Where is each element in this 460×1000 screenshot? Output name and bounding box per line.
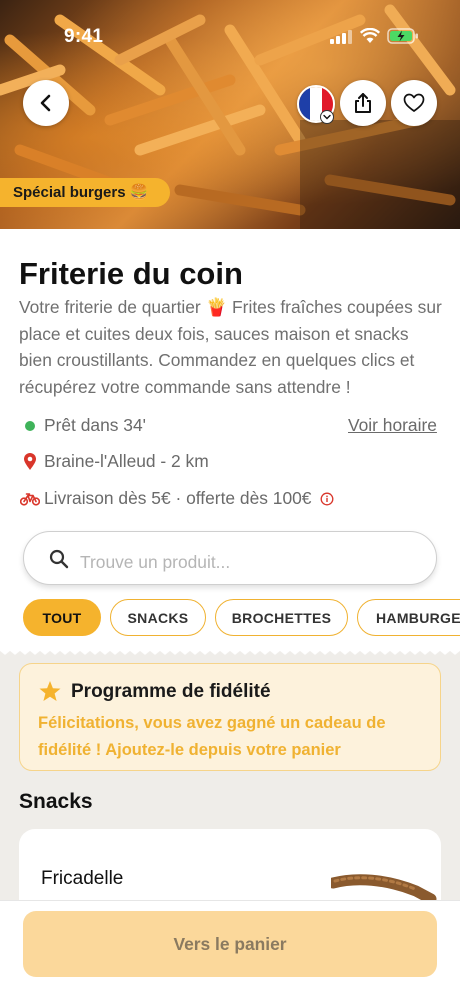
wifi-icon — [360, 28, 380, 43]
open-status-icon — [25, 420, 35, 431]
loyalty-banner[interactable]: Programme de fidélité Félicitations, vou… — [19, 663, 441, 771]
info-icon[interactable] — [320, 492, 334, 506]
category-tabs: TOUT SNACKS BROCHETTES HAMBURGERS — [23, 599, 460, 637]
delivery-row: Livraison dès 5€ · offerte dès 100€ — [19, 488, 334, 509]
tab-tout[interactable]: TOUT — [23, 599, 101, 636]
status-bar: 9:41 — [0, 0, 460, 70]
tab-snacks[interactable]: SNACKS — [110, 599, 206, 636]
battery-icon — [387, 28, 418, 44]
favorite-button[interactable] — [391, 80, 437, 126]
bottom-bar: Vers le panier — [0, 900, 460, 1000]
tab-hamburgers[interactable]: HAMBURGERS — [357, 599, 460, 636]
hero-image: 9:41 Spécial burgers 🍔 — [0, 0, 460, 229]
heart-icon — [403, 93, 425, 112]
share-icon — [355, 93, 371, 113]
ready-time: Prêt dans 34' — [44, 415, 146, 435]
star-icon — [39, 681, 61, 701]
restaurant-description: Votre friterie de quartier 🍟 Frites fraî… — [19, 297, 442, 397]
zigzag-divider — [0, 645, 460, 655]
share-button[interactable] — [340, 80, 386, 126]
burger-icon: 🍔 — [129, 184, 149, 201]
cart-button[interactable]: Vers le panier — [23, 911, 437, 977]
bike-icon — [20, 492, 40, 506]
back-button[interactable] — [23, 80, 69, 126]
flag-stripe-blue — [299, 87, 311, 121]
schedule-link[interactable]: Voir horaire — [348, 415, 437, 436]
search-input[interactable]: Trouve un produit... — [23, 531, 437, 585]
location-row: Braine-l'Alleud - 2 km — [19, 451, 209, 472]
loyalty-message: Félicitations, vous avez gagné un cadeau… — [38, 714, 386, 759]
ready-time-row: Prêt dans 34' — [19, 415, 146, 436]
loyalty-title: Programme de fidélité — [71, 681, 271, 702]
promo-badge: Spécial burgers 🍔 — [0, 178, 171, 207]
status-time: 9:41 — [64, 26, 104, 47]
search-placeholder: Trouve un produit... — [80, 552, 231, 572]
location-pin-icon — [24, 452, 36, 470]
location-text: Braine-l'Alleud - 2 km — [44, 451, 209, 471]
restaurant-name: Friterie du coin — [19, 256, 243, 291]
product-name: Fricadelle — [41, 868, 124, 889]
promo-badge-label: Spécial burgers — [13, 184, 126, 201]
chevron-down-icon — [320, 110, 334, 124]
signal-icon — [330, 30, 352, 44]
section-title: Snacks — [19, 790, 93, 813]
search-icon — [49, 549, 69, 569]
tab-brochettes[interactable]: BROCHETTES — [215, 599, 348, 636]
delivery-text: Livraison dès 5€ · offerte dès 100€ — [44, 488, 312, 508]
chevron-left-icon — [40, 94, 51, 112]
